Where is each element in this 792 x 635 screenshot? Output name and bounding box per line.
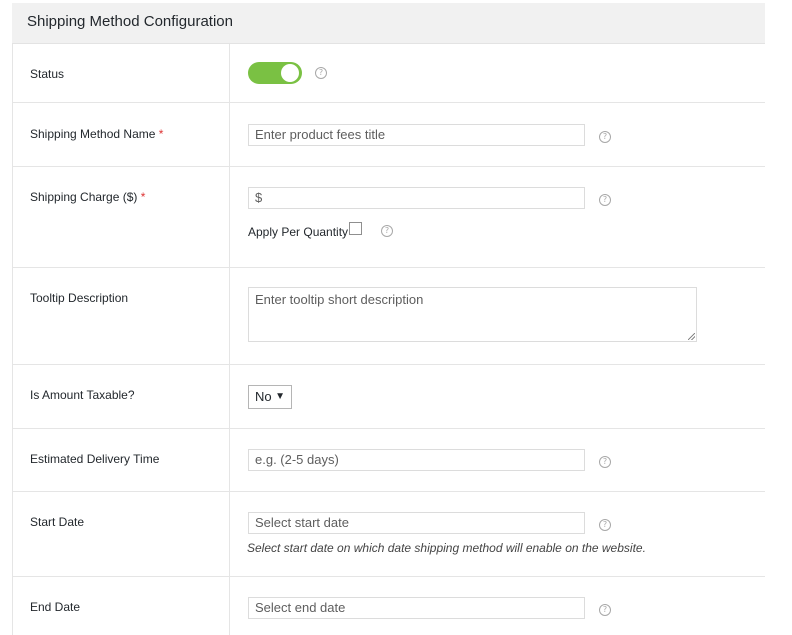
method-name-label: Shipping Method Name * <box>30 127 163 141</box>
delivery-time-placeholder: e.g. (2-5 days) <box>255 452 339 467</box>
row-divider <box>12 364 765 365</box>
help-icon[interactable]: ? <box>381 225 393 237</box>
shipping-charge-label-text: Shipping Charge ($) <box>30 190 138 204</box>
row-divider <box>12 576 765 577</box>
end-date-placeholder: Select end date <box>255 600 346 615</box>
delivery-time-label: Estimated Delivery Time <box>30 452 160 466</box>
row-divider <box>12 267 765 268</box>
status-label: Status <box>30 67 65 81</box>
shipping-charge-input[interactable]: $ <box>248 187 585 209</box>
tooltip-placeholder: Enter tooltip short description <box>255 292 424 307</box>
required-mark: * <box>140 190 146 204</box>
start-date-input[interactable]: Select start date <box>248 512 585 534</box>
row-divider <box>12 491 765 492</box>
apply-per-quantity-label: Apply Per Quantity <box>248 225 349 239</box>
resize-grip-icon[interactable] <box>688 333 695 340</box>
panel-title: Shipping Method Configuration <box>27 13 233 30</box>
method-name-label-text: Shipping Method Name <box>30 127 156 141</box>
apply-per-quantity-checkbox[interactable] <box>349 222 362 235</box>
taxable-select[interactable]: No ▼ <box>248 385 292 409</box>
row-divider <box>12 102 765 103</box>
method-name-input[interactable]: Enter product fees title <box>248 124 585 146</box>
dropdown-arrow-icon: ▼ <box>275 391 285 402</box>
start-date-description: Select start date on which date shipping… <box>247 541 646 555</box>
method-name-placeholder: Enter product fees title <box>255 127 386 142</box>
row-divider <box>12 428 765 429</box>
shipping-charge-value: $ <box>255 190 263 205</box>
start-date-label: Start Date <box>30 515 85 529</box>
taxable-label: Is Amount Taxable? <box>30 388 135 402</box>
help-icon[interactable]: ? <box>315 67 327 79</box>
shipping-config-panel: Shipping Method Configuration Status ? S… <box>12 0 765 635</box>
tooltip-description-label: Tooltip Description <box>30 291 129 305</box>
status-toggle[interactable] <box>248 62 302 84</box>
help-icon[interactable]: ? <box>599 456 611 468</box>
help-icon[interactable]: ? <box>599 604 611 616</box>
row-divider <box>12 166 765 167</box>
toggle-knob <box>281 64 299 82</box>
start-date-placeholder: Select start date <box>255 515 349 530</box>
help-icon[interactable]: ? <box>599 194 611 206</box>
delivery-time-input[interactable]: e.g. (2-5 days) <box>248 449 585 471</box>
tooltip-description-textarea[interactable]: Enter tooltip short description <box>248 287 697 342</box>
required-mark: * <box>158 127 164 141</box>
taxable-selected-value: No <box>255 389 272 404</box>
shipping-charge-label: Shipping Charge ($) * <box>30 190 145 204</box>
end-date-input[interactable]: Select end date <box>248 597 585 619</box>
help-icon[interactable]: ? <box>599 519 611 531</box>
help-icon[interactable]: ? <box>599 131 611 143</box>
end-date-label: End Date <box>30 600 81 614</box>
panel-header: Shipping Method Configuration <box>12 3 765 44</box>
